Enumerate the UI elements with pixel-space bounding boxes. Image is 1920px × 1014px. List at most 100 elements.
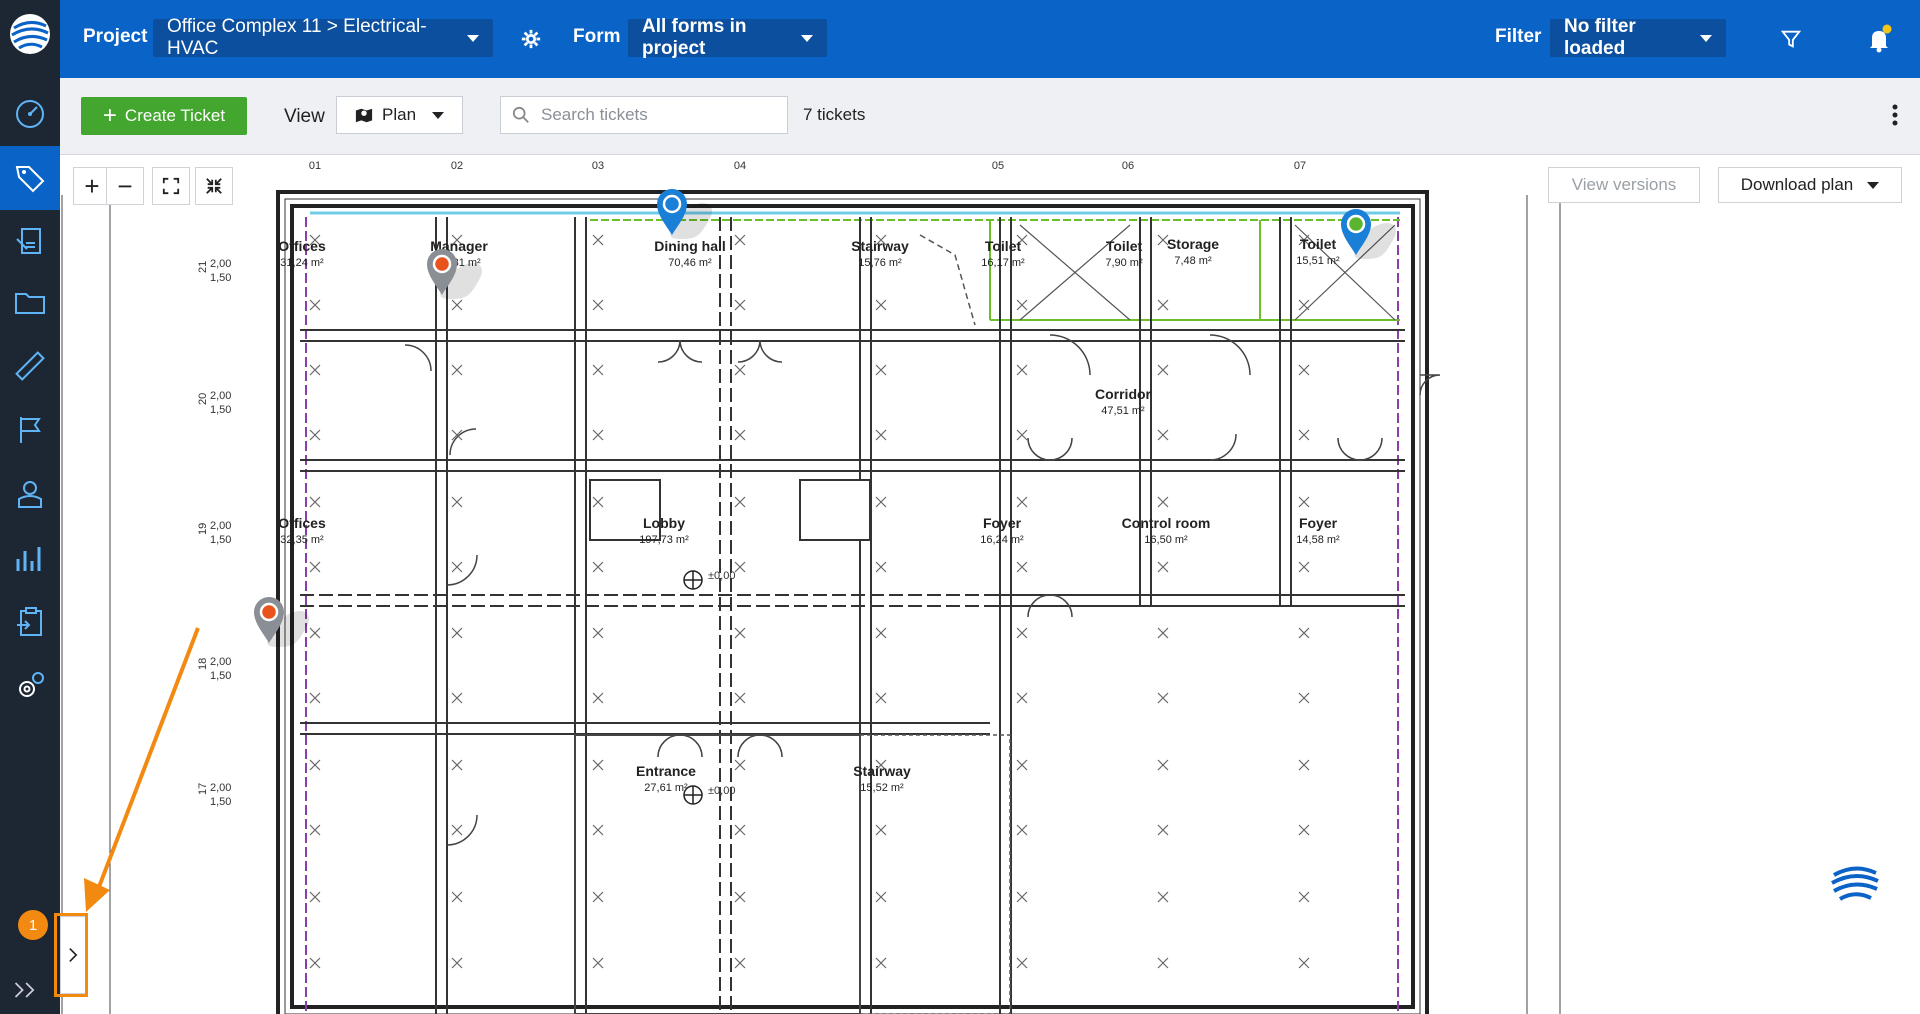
notification-count-badge: 1 [18,910,48,940]
ceiling-mark [734,824,746,836]
dimension-labels: 2,00 1,50 2,00 1,50 2,00 1,50 2,00 1,50 2,00 1,50 [210,258,231,808]
chevron-down-icon [1700,34,1712,42]
room-area: 15,52 m² [860,782,904,794]
ceiling-mark [592,891,604,903]
search-icon [512,106,529,123]
create-ticket-button[interactable]: + Create Ticket [81,97,247,135]
ceiling-mark [875,299,887,311]
chevron-down-icon [432,111,445,119]
room-area: 27,61 m² [644,782,688,794]
ceiling-mark [1016,627,1028,639]
ceiling-mark [451,299,463,311]
ceiling-mark [309,299,321,311]
analytics-icon[interactable] [0,526,60,590]
user-icon[interactable] [0,462,60,526]
ceiling-mark [1298,364,1310,376]
room-area: 15,51 m² [1296,255,1340,267]
download-plan-button[interactable]: Download plan [1718,167,1902,203]
elevation-label: ±0,00 [708,570,735,582]
grid-label: 21 [197,261,209,273]
ceiling-mark [1016,429,1028,441]
room-name: Toilet [985,238,1022,254]
ticket-count: 7 tickets [803,105,866,124]
ceiling-mark [734,429,746,441]
filter-select-value: No filter loaded [1564,16,1636,59]
chevron-down-icon [801,34,813,42]
room-name: Corridor [1095,386,1152,402]
room-name: Toilet [1300,236,1337,252]
ceiling-mark [309,824,321,836]
search-tickets-field[interactable] [500,96,788,134]
room-area: 15,76 m² [858,257,902,269]
ceiling-mark [1016,957,1028,969]
dimension-label: 2,00 [210,656,231,668]
dimension-label: 1,50 [210,796,231,808]
ceiling-mark [451,364,463,376]
flag-icon[interactable] [0,398,60,462]
ceiling-mark [451,891,463,903]
room-name: Toilet [1106,238,1143,254]
ticket-marker-pin-icon[interactable] [1341,209,1403,259]
dimension-label: 1,50 [210,534,231,546]
ceiling-mark [1016,692,1028,704]
grid-label: 04 [734,160,746,172]
documents-icon[interactable] [0,270,60,334]
room-name: Foyer [983,515,1022,531]
expand-sidebar-icon[interactable] [10,976,44,1004]
collapse-icon [206,178,222,194]
measure-icon[interactable] [0,334,60,398]
ceiling-mark [734,561,746,573]
grid-label: 20 [197,393,209,405]
ceiling-mark [592,824,604,836]
dashboard-icon[interactable] [0,82,60,146]
room-name: Offices [278,515,326,531]
ceiling-mark [1298,759,1310,771]
fit-to-screen-button[interactable] [152,167,190,205]
plus-icon: + [102,102,117,129]
help-widget-icon[interactable] [1828,855,1882,909]
view-select[interactable]: Plan [336,96,463,134]
funnel-icon[interactable] [1778,26,1804,52]
more-options-icon[interactable] [1892,104,1898,131]
project-select[interactable]: Office Complex 11 > Electrical-HVAC [153,16,493,59]
room-area: 47,51 m² [1101,405,1145,417]
ticket-markers[interactable] [254,189,1403,647]
reset-view-button[interactable] [195,167,233,205]
ceiling-mark [309,561,321,573]
grid-label: 07 [1294,160,1306,172]
bell-icon[interactable] [1864,24,1894,54]
gear-icon[interactable] [518,26,544,52]
filter-select[interactable]: No filter loaded [1550,16,1726,59]
room-area: 197,73 m² [639,534,689,546]
settings-icon[interactable] [0,654,60,718]
ceiling-mark [592,429,604,441]
ceiling-mark [592,364,604,376]
clipboard-icon[interactable] [0,590,60,654]
form-select-value: All forms in project [642,16,747,59]
view-versions-button[interactable]: View versions [1548,167,1700,203]
dimension-label: 1,50 [210,404,231,416]
ceiling-mark [451,692,463,704]
annotation-arrow-icon [84,627,200,912]
room-area: 31,24 m² [280,257,324,269]
dimension-label: 1,50 [210,670,231,682]
ceiling-mark [875,824,887,836]
floor-plan[interactable]: 01 02 03 04 05 06 07 2120191817 2,001,502,001,… [60,155,1920,1014]
form-select[interactable]: All forms in project [628,16,827,59]
tickets-icon[interactable] [0,146,60,210]
ceiling-mark [1157,692,1169,704]
ceiling-mark [1157,364,1169,376]
plan-viewer[interactable]: 01 02 03 04 05 06 07 21 20 19 18 17 2,00 1,50 2,00 1,… [60,155,1920,1014]
ceiling-mark [1157,824,1169,836]
zoom-out-button[interactable]: − [106,167,144,205]
project-select-value: Office Complex 11 > Electrical-HVAC [167,16,427,59]
room-name: Storage [1167,236,1219,252]
ceiling-mark [1016,891,1028,903]
app-logo-icon[interactable] [8,12,52,56]
chevron-down-icon [1867,181,1880,189]
ceiling-mark [734,364,746,376]
forms-icon[interactable] [0,210,60,274]
room-name: Stairway [851,238,909,254]
search-tickets-input[interactable] [539,104,773,126]
filter-label: Filter [1495,26,1542,47]
